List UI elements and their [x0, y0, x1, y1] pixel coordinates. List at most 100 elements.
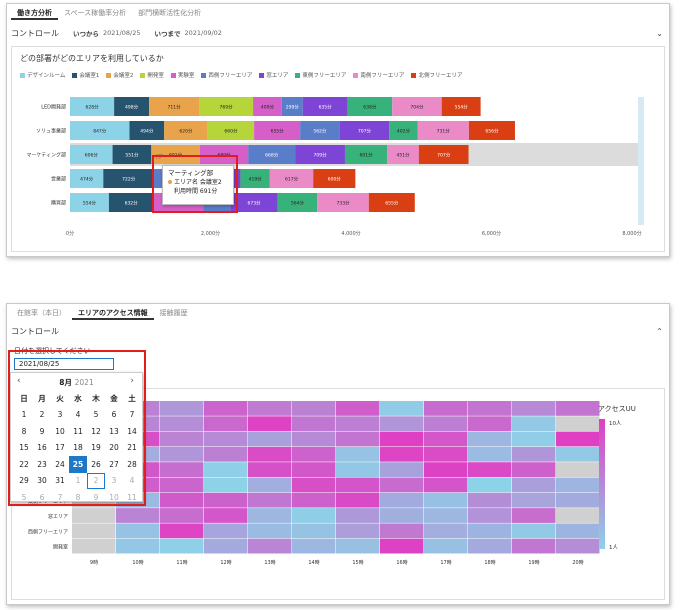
heatmap-cell: [556, 523, 600, 539]
x-tick-label: 17時: [440, 560, 451, 566]
heatmap-cell: [72, 523, 116, 539]
to-date[interactable]: 2021/09/02: [184, 29, 221, 37]
heatmap-cell: [204, 416, 248, 432]
heatmap-cell: [204, 492, 248, 508]
control-bar[interactable]: コントロール いつから 2021/08/25 いつまで 2021/09/02 ⌄: [11, 26, 665, 40]
heatmap-cell: [468, 416, 512, 432]
data-label: 554分: [83, 200, 97, 207]
heatmap-cell: [512, 446, 556, 462]
heatmap-cell: [468, 477, 512, 493]
tab-contact-history[interactable]: 接触履歴: [154, 306, 194, 320]
chevron-down-icon[interactable]: ⌄: [656, 29, 663, 38]
heatmap-cell: [468, 462, 512, 477]
x-tick-label: 0分: [66, 230, 74, 237]
chevron-up-icon[interactable]: ⌃: [656, 327, 663, 336]
heatmap-cell: [468, 492, 512, 508]
heatmap-cell: [336, 523, 380, 539]
heatmap-cell: [512, 538, 556, 554]
tab-area-access[interactable]: エリアのアクセス情報: [72, 306, 154, 320]
heatmap-cell: [512, 477, 556, 493]
control-bar[interactable]: コントロール ⌃: [11, 324, 665, 338]
heatmap-cell: [424, 462, 468, 477]
highlight-box-calendar: [8, 350, 146, 506]
data-label: 847分: [93, 128, 107, 135]
heatmap-cell: [160, 477, 204, 493]
heatmap-cell: [336, 462, 380, 477]
heatmap-cell: [424, 538, 468, 554]
x-tick-label: 9時: [90, 560, 98, 566]
row-label: 開発室: [53, 544, 68, 551]
data-label: 635分: [319, 104, 333, 111]
data-label: 617分: [285, 176, 299, 183]
analysis-tabs: 働き方分析 スペース稼働率分析 部門横断活性化分析: [11, 6, 207, 20]
heatmap-cell: [204, 538, 248, 554]
heatmap-cell: [204, 508, 248, 523]
x-tick-label: 18時: [484, 560, 495, 566]
heatmap-cell: [204, 523, 248, 539]
tab-cross-department[interactable]: 部門横断活性化分析: [132, 6, 207, 20]
heatmap-cell: [512, 431, 556, 447]
heatmap-cell: [116, 538, 160, 554]
heatmap-cell: [424, 477, 468, 493]
heatmap-cell: [248, 462, 292, 477]
scrollbar: [638, 97, 644, 225]
data-label: 707分: [437, 152, 451, 159]
data-label: 402分: [397, 128, 411, 135]
heatmap-cell: [512, 416, 556, 432]
heatmap-cell: [556, 446, 600, 462]
data-label: 632分: [125, 200, 139, 207]
heatmap-cell: [424, 401, 468, 416]
heatmap-cell: [160, 446, 204, 462]
tab-work-style[interactable]: 働き方分析: [11, 6, 58, 20]
data-label: 733分: [336, 200, 350, 207]
heatmap-cell: [512, 462, 556, 477]
legend-max: 10人: [609, 420, 622, 427]
to-label: いつまで: [154, 30, 181, 38]
heatmap-cell: [380, 446, 424, 462]
heatmap-cell: [160, 538, 204, 554]
data-label: 551分: [125, 152, 139, 159]
highlight-box-tooltip: [152, 155, 238, 213]
x-tick-label: 14時: [308, 560, 319, 566]
heatmap-cell: [72, 508, 116, 523]
heatmap-cell: [292, 416, 336, 432]
data-label: 655分: [271, 128, 285, 135]
data-label: 711分: [168, 104, 182, 111]
data-label: 668分: [265, 152, 279, 159]
data-label: 562分: [313, 128, 327, 135]
x-tick-label: 8,000分: [622, 230, 641, 237]
heatmap-cell: [116, 523, 160, 539]
heatmap-cell: [336, 401, 380, 416]
row-label: 窓エリア: [48, 513, 68, 520]
y-tick-label: 営業部: [51, 176, 66, 183]
heatmap-cell: [512, 401, 556, 416]
heatmap-cell: [248, 477, 292, 493]
heatmap-cell: [292, 477, 336, 493]
heatmap-cell: [380, 401, 424, 416]
heatmap-cell: [248, 401, 292, 416]
data-label: 601分: [360, 152, 374, 159]
x-tick-label: 4,000分: [341, 230, 360, 237]
heatmap-cell: [380, 477, 424, 493]
heatmap-cell: [380, 523, 424, 539]
tab-space-utilization[interactable]: スペース稼働率分析: [58, 6, 132, 20]
y-tick-label: ソリュ事業部: [36, 128, 66, 135]
heatmap-cell: [468, 401, 512, 416]
data-label: 707分: [358, 128, 372, 135]
from-label: いつから: [73, 30, 99, 38]
heatmap-cell: [380, 462, 424, 477]
heatmap-cell: [556, 538, 600, 554]
heatmap-cell: [292, 401, 336, 416]
tab-occupancy-today[interactable]: 在館率（本日）: [11, 306, 72, 320]
heatmap-cell: [380, 416, 424, 432]
color-scale: [599, 419, 605, 549]
heatmap-cell: [160, 508, 204, 523]
heatmap-cell: [336, 431, 380, 447]
data-label: 656分: [485, 128, 499, 135]
from-date[interactable]: 2021/08/25: [103, 29, 140, 37]
data-label: 474分: [80, 176, 94, 183]
data-label: 660分: [224, 128, 238, 135]
heatmap-cell: [292, 492, 336, 508]
heatmap-cell: [512, 508, 556, 523]
data-label: 704分: [410, 104, 424, 111]
